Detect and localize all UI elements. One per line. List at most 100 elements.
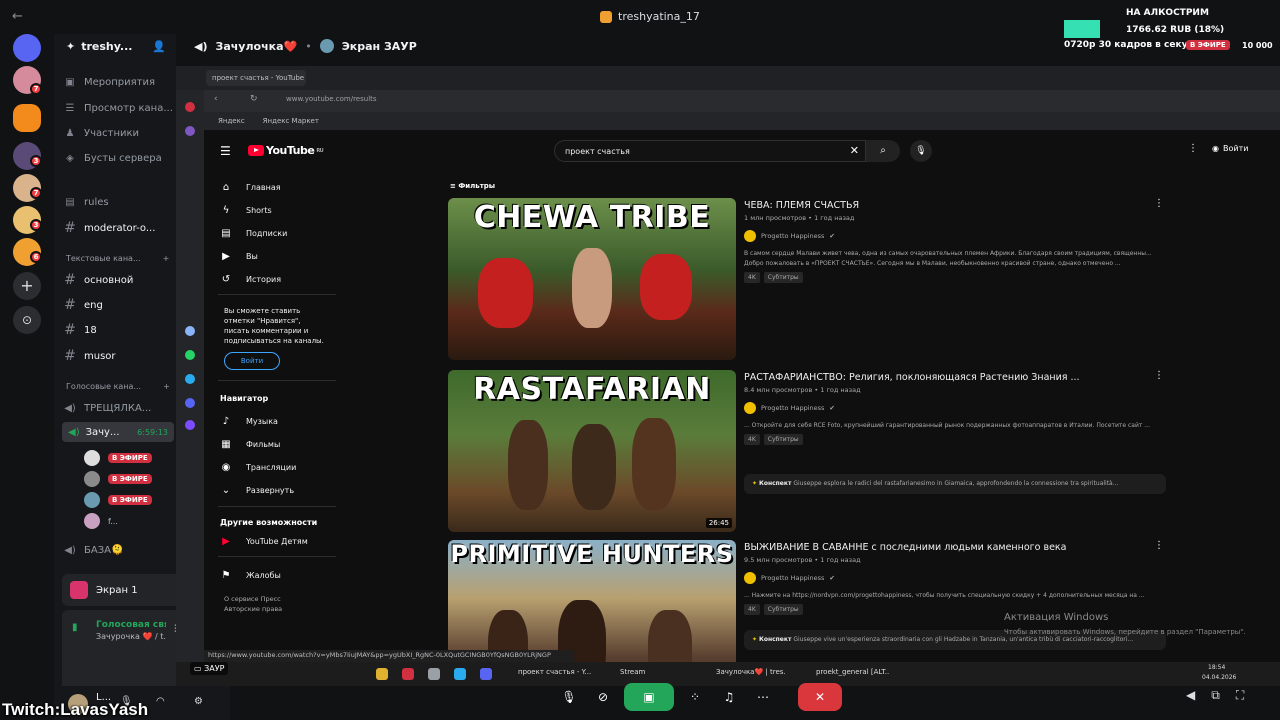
channel-name: Progetto Happiness [761, 404, 825, 412]
server-icon[interactable] [13, 104, 41, 132]
search-button[interactable]: ⌕ [866, 140, 900, 162]
channel-label: moderator-o... [84, 222, 156, 234]
summary-label: Конспект [758, 636, 792, 643]
nav-music[interactable]: ♪ Музыка [220, 412, 278, 430]
nav-shorts[interactable]: ϟ Shorts [220, 201, 272, 219]
mic-button[interactable]: 🎙 [556, 683, 582, 711]
nav-you[interactable]: ▶ Вы [220, 247, 258, 265]
sidebar-item-browse-channels[interactable]: ☰ Просмотр кана... [64, 98, 174, 118]
channel-moderator[interactable]: # moderator-o... [64, 218, 174, 238]
search-value: проект счастья [565, 147, 630, 156]
video-thumbnail[interactable]: RASTAFARIAN 26:45 [448, 370, 736, 532]
nav-films[interactable]: ▦ Фильмы [220, 435, 280, 453]
more-icon[interactable]: ⋮ [1154, 540, 1164, 551]
ai-icon[interactable] [185, 326, 195, 336]
more-icon[interactable]: ⋮ [1154, 370, 1164, 381]
player-icon[interactable] [185, 420, 195, 430]
activities-button[interactable]: ⁘ [682, 683, 708, 711]
gear-icon[interactable]: ⚙ [194, 696, 203, 707]
camera-off-button[interactable]: ⊘ [590, 683, 616, 711]
menu-icon[interactable]: ☰ [220, 144, 231, 158]
channel-row[interactable]: Progetto Happiness ✔ [744, 230, 1164, 242]
shared-screen[interactable]: проект счастья - YouTube ‹ ↻ www.youtube… [176, 66, 1280, 686]
voice-user[interactable]: В ЭФИРЕ [84, 492, 152, 508]
share-screen-button[interactable]: ▣ [624, 683, 674, 711]
video-result[interactable]: CHEWA TRIBE ЧЕВА: ПЛЕМЯ СЧАСТЬЯ 1 млн пр… [448, 198, 1166, 360]
video-title[interactable]: ВЫЖИВАНИЕ В САВАННЕ с последними людьми … [744, 542, 1164, 553]
voice-channel-1[interactable]: ◀) ТРЕЩЯЛКА... [64, 398, 174, 418]
bookmark[interactable]: Яндекс [218, 117, 245, 125]
live-badge: В ЭФИРЕ [108, 453, 152, 463]
video-thumbnail[interactable]: CHEWA TRIBE [448, 198, 736, 360]
popout-icon[interactable]: ⧉ [1211, 688, 1220, 703]
fullscreen-icon[interactable]: ⛶ [1236, 688, 1244, 703]
discord-home-icon[interactable] [13, 34, 41, 62]
video-title[interactable]: ЧЕВА: ПЛЕМЯ СЧАСТЬЯ [744, 200, 1164, 211]
summary-row[interactable]: ✦ Конспект Giuseppe esplora le radici de… [744, 474, 1166, 494]
channel-rules[interactable]: ▤ rules [64, 192, 174, 212]
channel-row[interactable]: Progetto Happiness ✔ [744, 402, 1164, 414]
search-input[interactable]: проект счастья ✕ [554, 140, 866, 162]
youtube-logo[interactable]: YouTube RU [248, 144, 324, 157]
voice-channel-3[interactable]: ◀) БАЗА🫠 [64, 540, 174, 560]
headphones-icon[interactable]: ◠ [156, 696, 165, 707]
add-channel-icon[interactable]: + [163, 254, 170, 263]
channel-eng[interactable]: # eng [64, 295, 174, 315]
channel-row[interactable]: Progetto Happiness ✔ [744, 572, 1164, 584]
more-icon[interactable]: ⋮ [1188, 143, 1198, 154]
video-title[interactable]: РАСТАФАРИАНСТВО: Религия, поклоняющаяся … [744, 372, 1164, 383]
add-server-icon[interactable]: + [13, 272, 41, 300]
voice-user[interactable]: В ЭФИРЕ [84, 471, 152, 487]
soundboard-button[interactable]: ♫ [716, 683, 742, 711]
category-label: Текстовые кана... [66, 254, 141, 263]
reload-icon[interactable]: ↻ [250, 94, 258, 104]
nav-login-button[interactable]: Войти [224, 352, 280, 370]
back-arrow-icon[interactable]: ← [12, 9, 23, 24]
more-button[interactable]: ⋯ [750, 683, 776, 711]
category-voice[interactable]: Голосовые кана... + [66, 382, 170, 391]
nav-history[interactable]: ↺ История [220, 270, 281, 288]
channel-18[interactable]: #18 [64, 320, 174, 340]
invite-icon[interactable]: 👤 [152, 40, 166, 53]
url-field[interactable]: www.youtube.com/results [286, 95, 377, 103]
browser-tab[interactable]: проект счастья - YouTube [206, 70, 306, 86]
channel-main[interactable]: # основной [64, 270, 174, 290]
home-icon[interactable] [185, 126, 195, 136]
bookmark[interactable]: Яндекс Маркет [263, 117, 319, 125]
clear-icon[interactable]: ✕ [850, 144, 859, 157]
whatsapp-icon[interactable] [185, 350, 195, 360]
app-icon [428, 668, 440, 680]
telegram-icon[interactable] [185, 374, 195, 384]
voice-user[interactable]: f... [84, 513, 118, 529]
taskbar-tab: proekt_general [ALT... [816, 668, 890, 676]
opera-icon[interactable] [185, 102, 195, 112]
voice-channel-active[interactable]: ◀) Зачу... 6:59:13 [62, 422, 174, 442]
more-icon[interactable]: ⋮ [1154, 198, 1164, 209]
nav-report[interactable]: ⚑ Жалобы [220, 566, 281, 584]
add-channel-icon[interactable]: + [163, 382, 170, 391]
discord-icon[interactable] [185, 398, 195, 408]
call-channel-name[interactable]: Зачулочка❤️ [216, 40, 298, 53]
leave-call-button[interactable]: ✕ [798, 683, 842, 711]
back-icon[interactable]: ‹ [214, 94, 218, 104]
server-header[interactable]: ✦ treshy... 👤 [54, 34, 176, 58]
sparkle-icon: ✦ [752, 480, 759, 487]
explore-icon[interactable]: ⊙ [13, 306, 41, 334]
nav-expand[interactable]: ⌄ Развернуть [220, 481, 294, 499]
nav-subscriptions[interactable]: ▤ Подписки [220, 224, 287, 242]
sidebar-item-events[interactable]: ▣ Мероприятия [64, 72, 174, 92]
category-text[interactable]: Текстовые кана... + [66, 254, 169, 263]
nav-live[interactable]: ◉ Трансляции [220, 458, 297, 476]
signal-icon: ▮ [72, 622, 78, 633]
nav-youtube-kids[interactable]: ▶ YouTube Детям [220, 532, 308, 550]
video-result[interactable]: RASTAFARIAN 26:45 РАСТАФАРИАНСТВО: Религ… [448, 370, 1166, 532]
voice-user[interactable]: В ЭФИРЕ [84, 450, 152, 466]
nav-home[interactable]: ⌂ Главная [220, 178, 281, 196]
signin-button[interactable]: ◉ Войти [1212, 144, 1248, 153]
sidebar-item-boosts[interactable]: ◈ Бусты сервера [64, 148, 174, 168]
mute-stream-icon[interactable]: ◀ [1186, 688, 1195, 703]
filters-button[interactable]: ≡ Фильтры [450, 182, 495, 190]
voice-search-icon[interactable]: 🎙 [910, 140, 932, 162]
channel-musor[interactable]: # musor [64, 346, 174, 366]
sidebar-item-members[interactable]: ♟ Участники [64, 123, 174, 143]
